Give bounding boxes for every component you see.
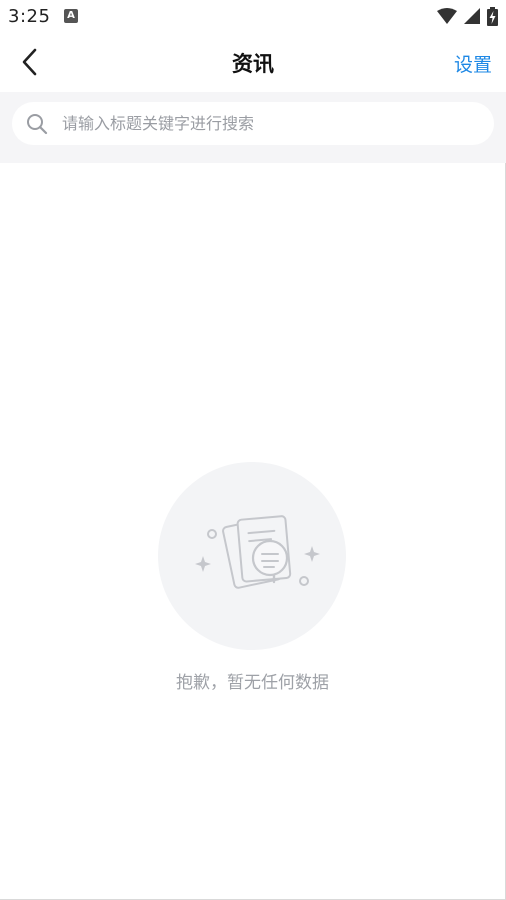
settings-button[interactable]: 设置 [454,50,492,77]
empty-state-message: 抱歉，暂无任何数据 [176,673,329,693]
chevron-left-icon [22,48,37,76]
search-icon [26,113,48,135]
page-title: 资讯 [232,52,274,76]
wifi-icon [437,8,457,24]
search-input[interactable] [60,113,464,134]
nav-bar: 资讯 设置 [0,32,506,92]
empty-documents-icon [158,462,346,650]
cellular-signal-icon [464,8,480,24]
back-button[interactable] [12,44,48,80]
font-a-icon: A [64,9,78,23]
search-area [0,92,506,163]
status-time: 3:25 [8,6,51,27]
status-bar: 3:25 A [0,0,506,32]
status-icons [437,6,498,26]
search-box[interactable] [12,102,494,145]
battery-charging-icon [487,6,498,26]
